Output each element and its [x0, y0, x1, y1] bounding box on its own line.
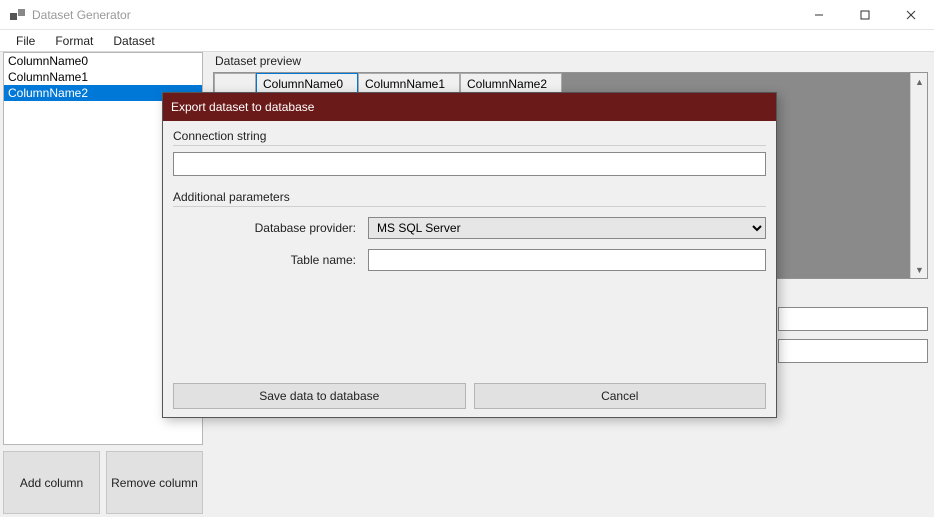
save-data-button[interactable]: Save data to database	[173, 383, 466, 409]
separator	[173, 145, 766, 146]
column-buttons: Add column Remove column	[3, 451, 203, 514]
menu-dataset[interactable]: Dataset	[103, 32, 164, 50]
connection-string-label: Connection string	[173, 129, 766, 143]
column-list-item[interactable]: ColumnName1	[4, 69, 202, 85]
scroll-up-icon[interactable]: ▲	[911, 73, 928, 90]
database-provider-select[interactable]: MS SQL Server	[368, 217, 766, 239]
side-input-2[interactable]	[778, 339, 928, 363]
menubar: File Format Dataset	[0, 30, 934, 52]
table-name-label: Table name:	[173, 253, 368, 267]
dialog-title: Export dataset to database	[163, 93, 776, 121]
grid-vertical-scrollbar[interactable]: ▲ ▼	[910, 73, 927, 278]
menu-file[interactable]: File	[6, 32, 45, 50]
table-name-input[interactable]	[368, 249, 766, 271]
cancel-button[interactable]: Cancel	[474, 383, 767, 409]
close-button[interactable]	[888, 0, 934, 30]
additional-params-label: Additional parameters	[173, 190, 766, 204]
database-provider-label: Database provider:	[173, 221, 368, 235]
window-controls	[796, 0, 934, 30]
export-dialog: Export dataset to database Connection st…	[162, 92, 777, 418]
preview-label: Dataset preview	[213, 52, 928, 72]
scroll-down-icon[interactable]: ▼	[911, 261, 928, 278]
connection-string-input[interactable]	[173, 152, 766, 176]
app-icon	[10, 9, 26, 21]
minimize-button[interactable]	[796, 0, 842, 30]
menu-format[interactable]: Format	[45, 32, 103, 50]
dialog-buttons: Save data to database Cancel	[173, 383, 766, 409]
remove-column-button[interactable]: Remove column	[106, 451, 203, 514]
column-list-item[interactable]: ColumnName0	[4, 53, 202, 69]
dialog-body: Connection string Additional parameters …	[163, 121, 776, 417]
add-column-button[interactable]: Add column	[3, 451, 100, 514]
side-input-1[interactable]	[778, 307, 928, 331]
side-inputs	[778, 307, 928, 371]
maximize-button[interactable]	[842, 0, 888, 30]
separator	[173, 206, 766, 207]
window-title: Dataset Generator	[32, 8, 131, 22]
window-titlebar: Dataset Generator	[0, 0, 934, 30]
